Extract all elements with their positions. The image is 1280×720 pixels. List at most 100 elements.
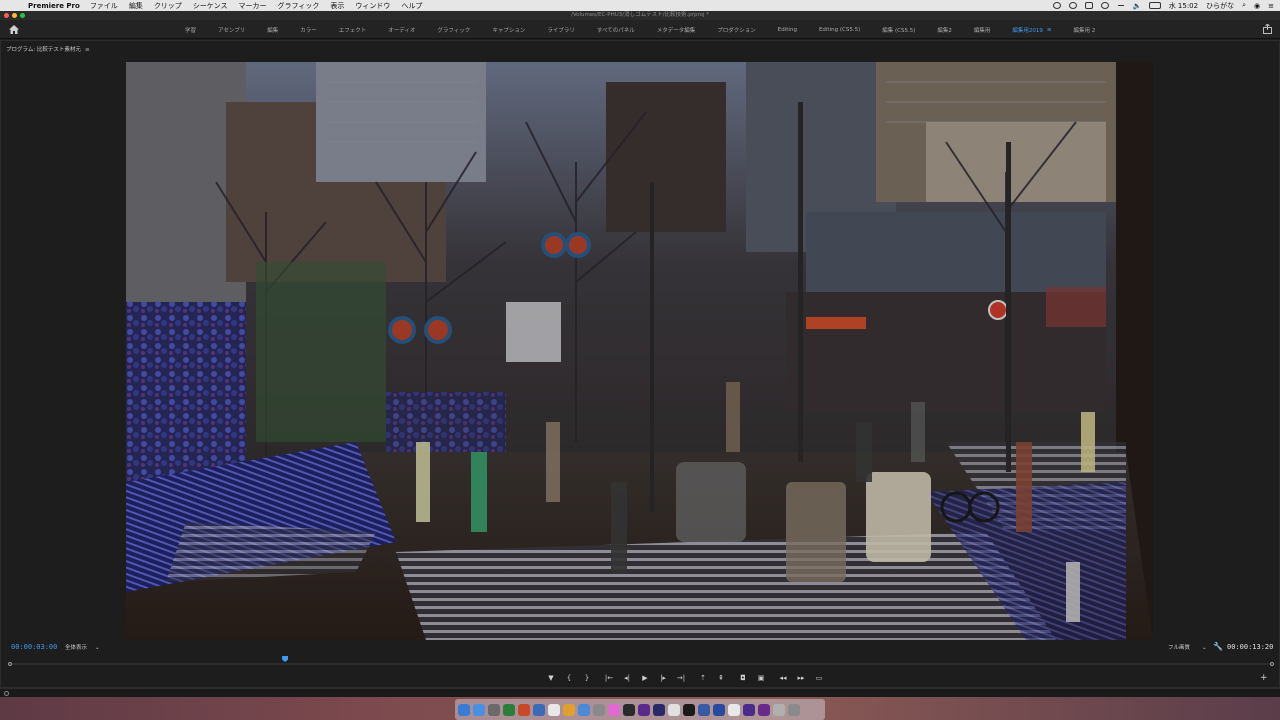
lift-button[interactable]: ⇡ [696,672,710,684]
settings-wrench-icon[interactable]: 🔧 [1213,642,1223,651]
workspace-tab[interactable]: 学習 [185,26,196,34]
menu-graphics[interactable]: グラフィック [277,1,319,11]
current-timecode[interactable]: 00:00:03:00 [11,643,57,651]
dock [455,699,825,720]
playback-resolution-dropdown[interactable]: フル画質 ⌄ [1168,643,1207,651]
clock[interactable]: 水 15:02 [1169,1,1198,11]
trim-forward-button[interactable]: ▸▸ [794,672,808,684]
step-forward-button[interactable]: |▸ [656,672,670,684]
workspace-tab[interactable]: 編集2 [937,26,952,34]
minimize-window-button[interactable] [12,13,17,18]
workspace-tab[interactable]: 編集 (CS5.5) [882,26,915,34]
dock-app-icon[interactable] [743,703,755,716]
battery-icon[interactable] [1148,2,1161,9]
dock-app-icon[interactable] [653,703,665,716]
wifi-icon[interactable] [1116,2,1125,9]
dock-app-icon[interactable] [713,703,725,716]
workspace-tab[interactable]: ライブラリ [547,26,575,34]
export-frame-button[interactable]: ◘ [736,672,750,684]
workspace-tab[interactable]: アセンブリ [218,26,245,34]
go-to-in-button[interactable]: |← [602,672,616,684]
dock-app-icon[interactable] [623,703,635,716]
workspace-tab[interactable]: 編集 [267,26,278,34]
comparison-view-button[interactable]: ▣ [754,672,768,684]
display-icon[interactable] [1084,2,1093,9]
user-icon[interactable]: ◉ [1254,2,1260,10]
safe-margins-button[interactable]: ▭ [812,672,826,684]
time-ruler[interactable] [8,662,1274,666]
dock-app-icon[interactable] [458,703,470,716]
window-controls [4,13,25,18]
dock-app-icon[interactable] [473,703,485,716]
step-back-button[interactable]: ◂| [620,672,634,684]
workspace-tab[interactable]: キャプション [492,26,525,34]
dock-app-icon[interactable] [608,703,620,716]
menu-file[interactable]: ファイル [90,1,118,11]
workspace-tab[interactable]: プロダクション [717,26,756,34]
dock-app-icon[interactable] [503,703,515,716]
workspace-tab[interactable]: メタデータ編集 [657,26,696,34]
trim-back-button[interactable]: ◂◂ [776,672,790,684]
control-icon[interactable] [1052,2,1061,9]
workspace-tab[interactable]: カラー [300,26,317,34]
zoom-window-button[interactable] [20,13,25,18]
status-icon [4,691,9,696]
dock-app-icon[interactable] [668,703,680,716]
ruler-start-handle[interactable] [8,662,12,666]
dock-app-icon[interactable] [788,703,800,716]
menu-view[interactable]: 表示 [330,1,344,11]
spotlight-icon[interactable]: ⌕ [1242,1,1246,10]
mark-in-button[interactable]: { [562,672,576,684]
app-menu[interactable]: Premiere Pro [28,2,80,10]
status-menus: 🔈 水 15:02 ひらがな ⌕ ◉ ≡ [1052,0,1274,11]
go-to-out-button[interactable]: →| [674,672,688,684]
workspace-tab[interactable]: 編集用 [974,26,991,34]
menu-help[interactable]: ヘルプ [401,1,422,11]
menu-sequence[interactable]: シーケンス [193,1,228,11]
volume-icon[interactable]: 🔈 [1133,2,1142,10]
time-machine-icon[interactable] [1068,2,1077,9]
dock-app-icon[interactable] [563,703,575,716]
dock-app-icon[interactable] [758,703,770,716]
dock-app-icon[interactable] [578,703,590,716]
add-marker-button[interactable]: ▼ [544,672,558,684]
workspace-tab[interactable]: すべてのパネル [597,26,635,34]
dock-app-icon[interactable] [488,703,500,716]
sync-icon[interactable] [1100,2,1109,9]
ruler-end-handle[interactable] [1270,662,1274,666]
menu-window[interactable]: ウィンドウ [355,1,390,11]
workspace-tab[interactable]: エフェクト [339,26,367,34]
menu-edit[interactable]: 編集 [129,1,143,11]
mark-out-button[interactable]: } [580,672,594,684]
close-window-button[interactable] [4,13,9,18]
button-editor-icon[interactable]: + [1260,673,1268,683]
extract-button[interactable]: ⇞ [714,672,728,684]
dock-app-icon[interactable] [533,703,545,716]
panel-title[interactable]: プログラム: 比較テスト素材元 [6,47,81,53]
input-mode[interactable]: ひらがな [1206,1,1234,11]
program-video-frame[interactable] [126,62,1153,640]
quick-export-icon[interactable] [1263,24,1272,34]
dock-app-icon[interactable] [728,703,740,716]
dock-app-icon[interactable] [683,703,695,716]
home-icon[interactable] [9,25,19,34]
dock-app-icon[interactable] [638,703,650,716]
dock-app-icon[interactable] [593,703,605,716]
menu-clip[interactable]: クリップ [154,1,182,11]
play-button[interactable]: ▶ [638,672,652,684]
workspace-menu-icon[interactable]: ≡ [1047,27,1052,33]
zoom-level-dropdown[interactable]: 全体表示 ⌄ [65,643,100,651]
workspace-tab[interactable]: 編集用2019 [1012,26,1043,34]
workspace-tab[interactable]: Editing (CS5.5) [819,27,860,33]
dock-app-icon[interactable] [773,703,785,716]
panel-menu-icon[interactable]: ≡ [85,47,90,53]
dock-app-icon[interactable] [698,703,710,716]
dock-app-icon[interactable] [518,703,530,716]
workspace-tab[interactable]: Editing [778,27,797,33]
menu-marker[interactable]: マーカー [238,1,266,11]
workspace-tab[interactable]: グラフィック [437,26,470,34]
workspace-tab[interactable]: 編集用 2 [1073,26,1095,34]
dock-app-icon[interactable] [548,703,560,716]
workspace-tab[interactable]: オーディオ [388,26,415,34]
notification-center-icon[interactable]: ≡ [1268,2,1274,10]
